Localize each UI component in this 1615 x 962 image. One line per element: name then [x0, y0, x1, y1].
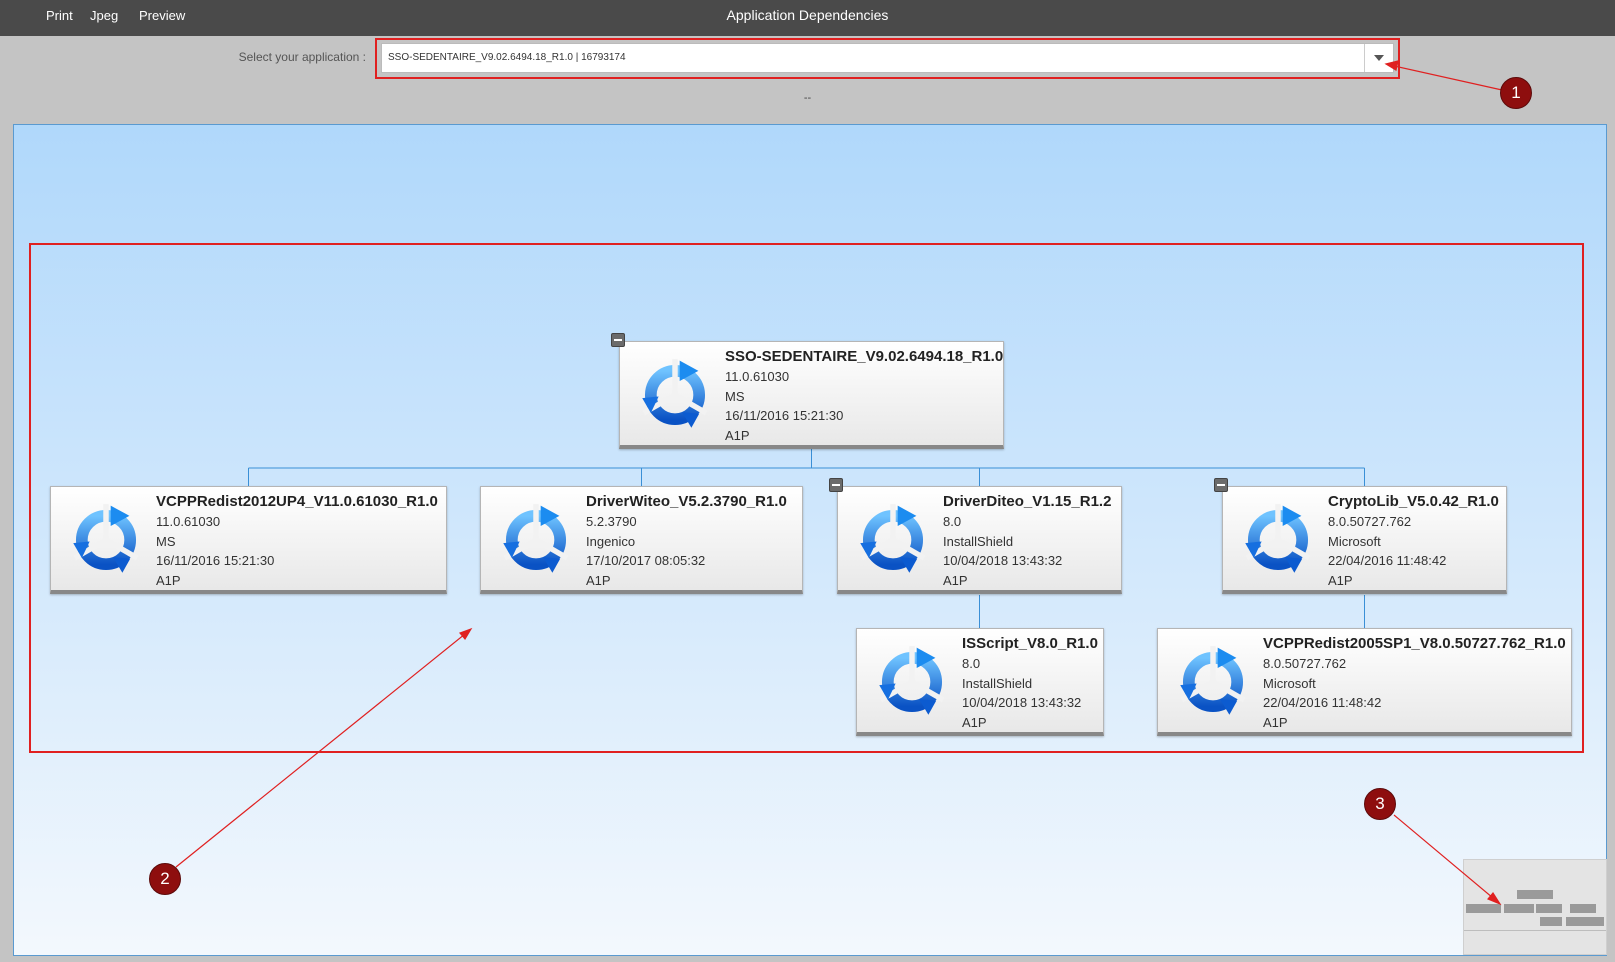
application-select-value: SSO-SEDENTAIRE_V9.02.6494.18_R1.0 | 1679…	[388, 52, 626, 63]
minimap-node	[1570, 904, 1596, 913]
node-vendor: Microsoft	[1328, 533, 1381, 549]
collapse-button-root[interactable]	[611, 333, 625, 347]
dropdown-toggle-button[interactable]	[1364, 44, 1393, 72]
app-title: Application Dependencies	[726, 7, 889, 23]
node-date: 10/04/2018 13:43:32	[962, 695, 1082, 710]
node-version: 11.0.61030	[156, 514, 221, 529]
minimap-node	[1504, 904, 1534, 913]
node-version: 11.0.61030	[725, 369, 790, 384]
node-vendor: MS	[725, 388, 745, 404]
annotation-marker-3: 3	[1364, 788, 1396, 820]
refresh-icon	[1239, 501, 1317, 579]
node-vendor: Microsoft	[1263, 675, 1316, 691]
chevron-down-icon	[1374, 55, 1384, 61]
status-text: --	[803, 92, 812, 104]
node-code: A1P	[725, 427, 750, 443]
collapse-button-cryptolib[interactable]	[1214, 478, 1228, 492]
node-name: VCPPRedist2012UP4_V11.0.61030_R1.0	[156, 493, 438, 510]
node-code: A1P	[156, 572, 181, 588]
node-date: 17/10/2017 08:05:32	[586, 553, 706, 568]
select-application-label: Select your application :	[238, 50, 366, 64]
dependency-node-root[interactable]: SSO-SEDENTAIRE_V9.02.6494.18_R1.0 11.0.6…	[619, 341, 1004, 449]
refresh-icon	[497, 501, 575, 579]
minimap-node	[1536, 904, 1562, 913]
node-name: CryptoLib_V5.0.42_R1.0	[1328, 493, 1499, 510]
node-code: A1P	[1263, 714, 1288, 730]
node-code: A1P	[943, 572, 968, 588]
minimap-node	[1566, 917, 1604, 926]
dependency-node-driverditeo[interactable]: DriverDiteo_V1.15_R1.2 8.0 InstallShield…	[837, 486, 1122, 594]
collapse-button-driverditeo[interactable]	[829, 478, 843, 492]
annotation-marker-1: 1	[1500, 77, 1532, 109]
minimap-viewport-edge	[1464, 930, 1606, 931]
top-toolbar: Print Jpeg Preview Application Dependenc…	[0, 0, 1615, 36]
node-date: 16/11/2016 15:21:30	[156, 553, 275, 568]
node-code: A1P	[1328, 572, 1353, 588]
diagram-minimap[interactable]	[1463, 859, 1607, 955]
node-code: A1P	[586, 572, 611, 588]
refresh-icon	[873, 643, 951, 721]
node-vendor: InstallShield	[962, 675, 1033, 691]
dependency-node-isscript[interactable]: ISScript_V8.0_R1.0 8.0 InstallShield 10/…	[856, 628, 1104, 736]
node-name: ISScript_V8.0_R1.0	[962, 635, 1098, 652]
dependency-node-driverwiteo[interactable]: DriverWiteo_V5.2.3790_R1.0 5.2.3790 Inge…	[480, 486, 803, 594]
dependency-node-vcppredist2012[interactable]: VCPPRedist2012UP4_V11.0.61030_R1.0 11.0.…	[50, 486, 447, 594]
node-version: 8.0.50727.762	[1328, 514, 1412, 529]
node-name: DriverWiteo_V5.2.3790_R1.0	[586, 493, 787, 510]
node-name: VCPPRedist2005SP1_V8.0.50727.762_R1.0	[1263, 635, 1566, 652]
minimap-node	[1517, 890, 1553, 899]
node-vendor: InstallShield	[943, 533, 1014, 549]
annotation-marker-2: 2	[149, 863, 181, 895]
node-version: 8.0	[962, 656, 981, 671]
application-select[interactable]: SSO-SEDENTAIRE_V9.02.6494.18_R1.0 | 1679…	[381, 43, 1394, 73]
minimap-node	[1540, 917, 1562, 926]
node-name: SSO-SEDENTAIRE_V9.02.6494.18_R1.0	[725, 348, 1004, 365]
node-version: 8.0.50727.762	[1263, 656, 1347, 671]
node-date: 10/04/2018 13:43:32	[943, 553, 1063, 568]
minimap-node	[1466, 904, 1501, 913]
node-name: DriverDiteo_V1.15_R1.2	[943, 493, 1112, 510]
refresh-icon	[1174, 643, 1252, 721]
refresh-icon	[67, 501, 145, 579]
dependency-diagram-canvas[interactable]: SSO-SEDENTAIRE_V9.02.6494.18_R1.0 11.0.6…	[13, 124, 1607, 956]
node-date: 22/04/2016 11:48:42	[1328, 553, 1447, 568]
node-version: 5.2.3790	[586, 514, 637, 529]
node-code: A1P	[962, 714, 987, 730]
dependency-node-vcppredist2005[interactable]: VCPPRedist2005SP1_V8.0.50727.762_R1.0 8.…	[1157, 628, 1572, 736]
node-version: 8.0	[943, 514, 962, 529]
refresh-icon	[636, 356, 714, 434]
refresh-icon	[854, 501, 932, 579]
node-date: 16/11/2016 15:21:30	[725, 408, 844, 423]
node-date: 22/04/2016 11:48:42	[1263, 695, 1382, 710]
node-vendor: Ingenico	[586, 533, 636, 549]
dependency-node-cryptolib[interactable]: CryptoLib_V5.0.42_R1.0 8.0.50727.762 Mic…	[1222, 486, 1507, 594]
node-vendor: MS	[156, 533, 176, 549]
